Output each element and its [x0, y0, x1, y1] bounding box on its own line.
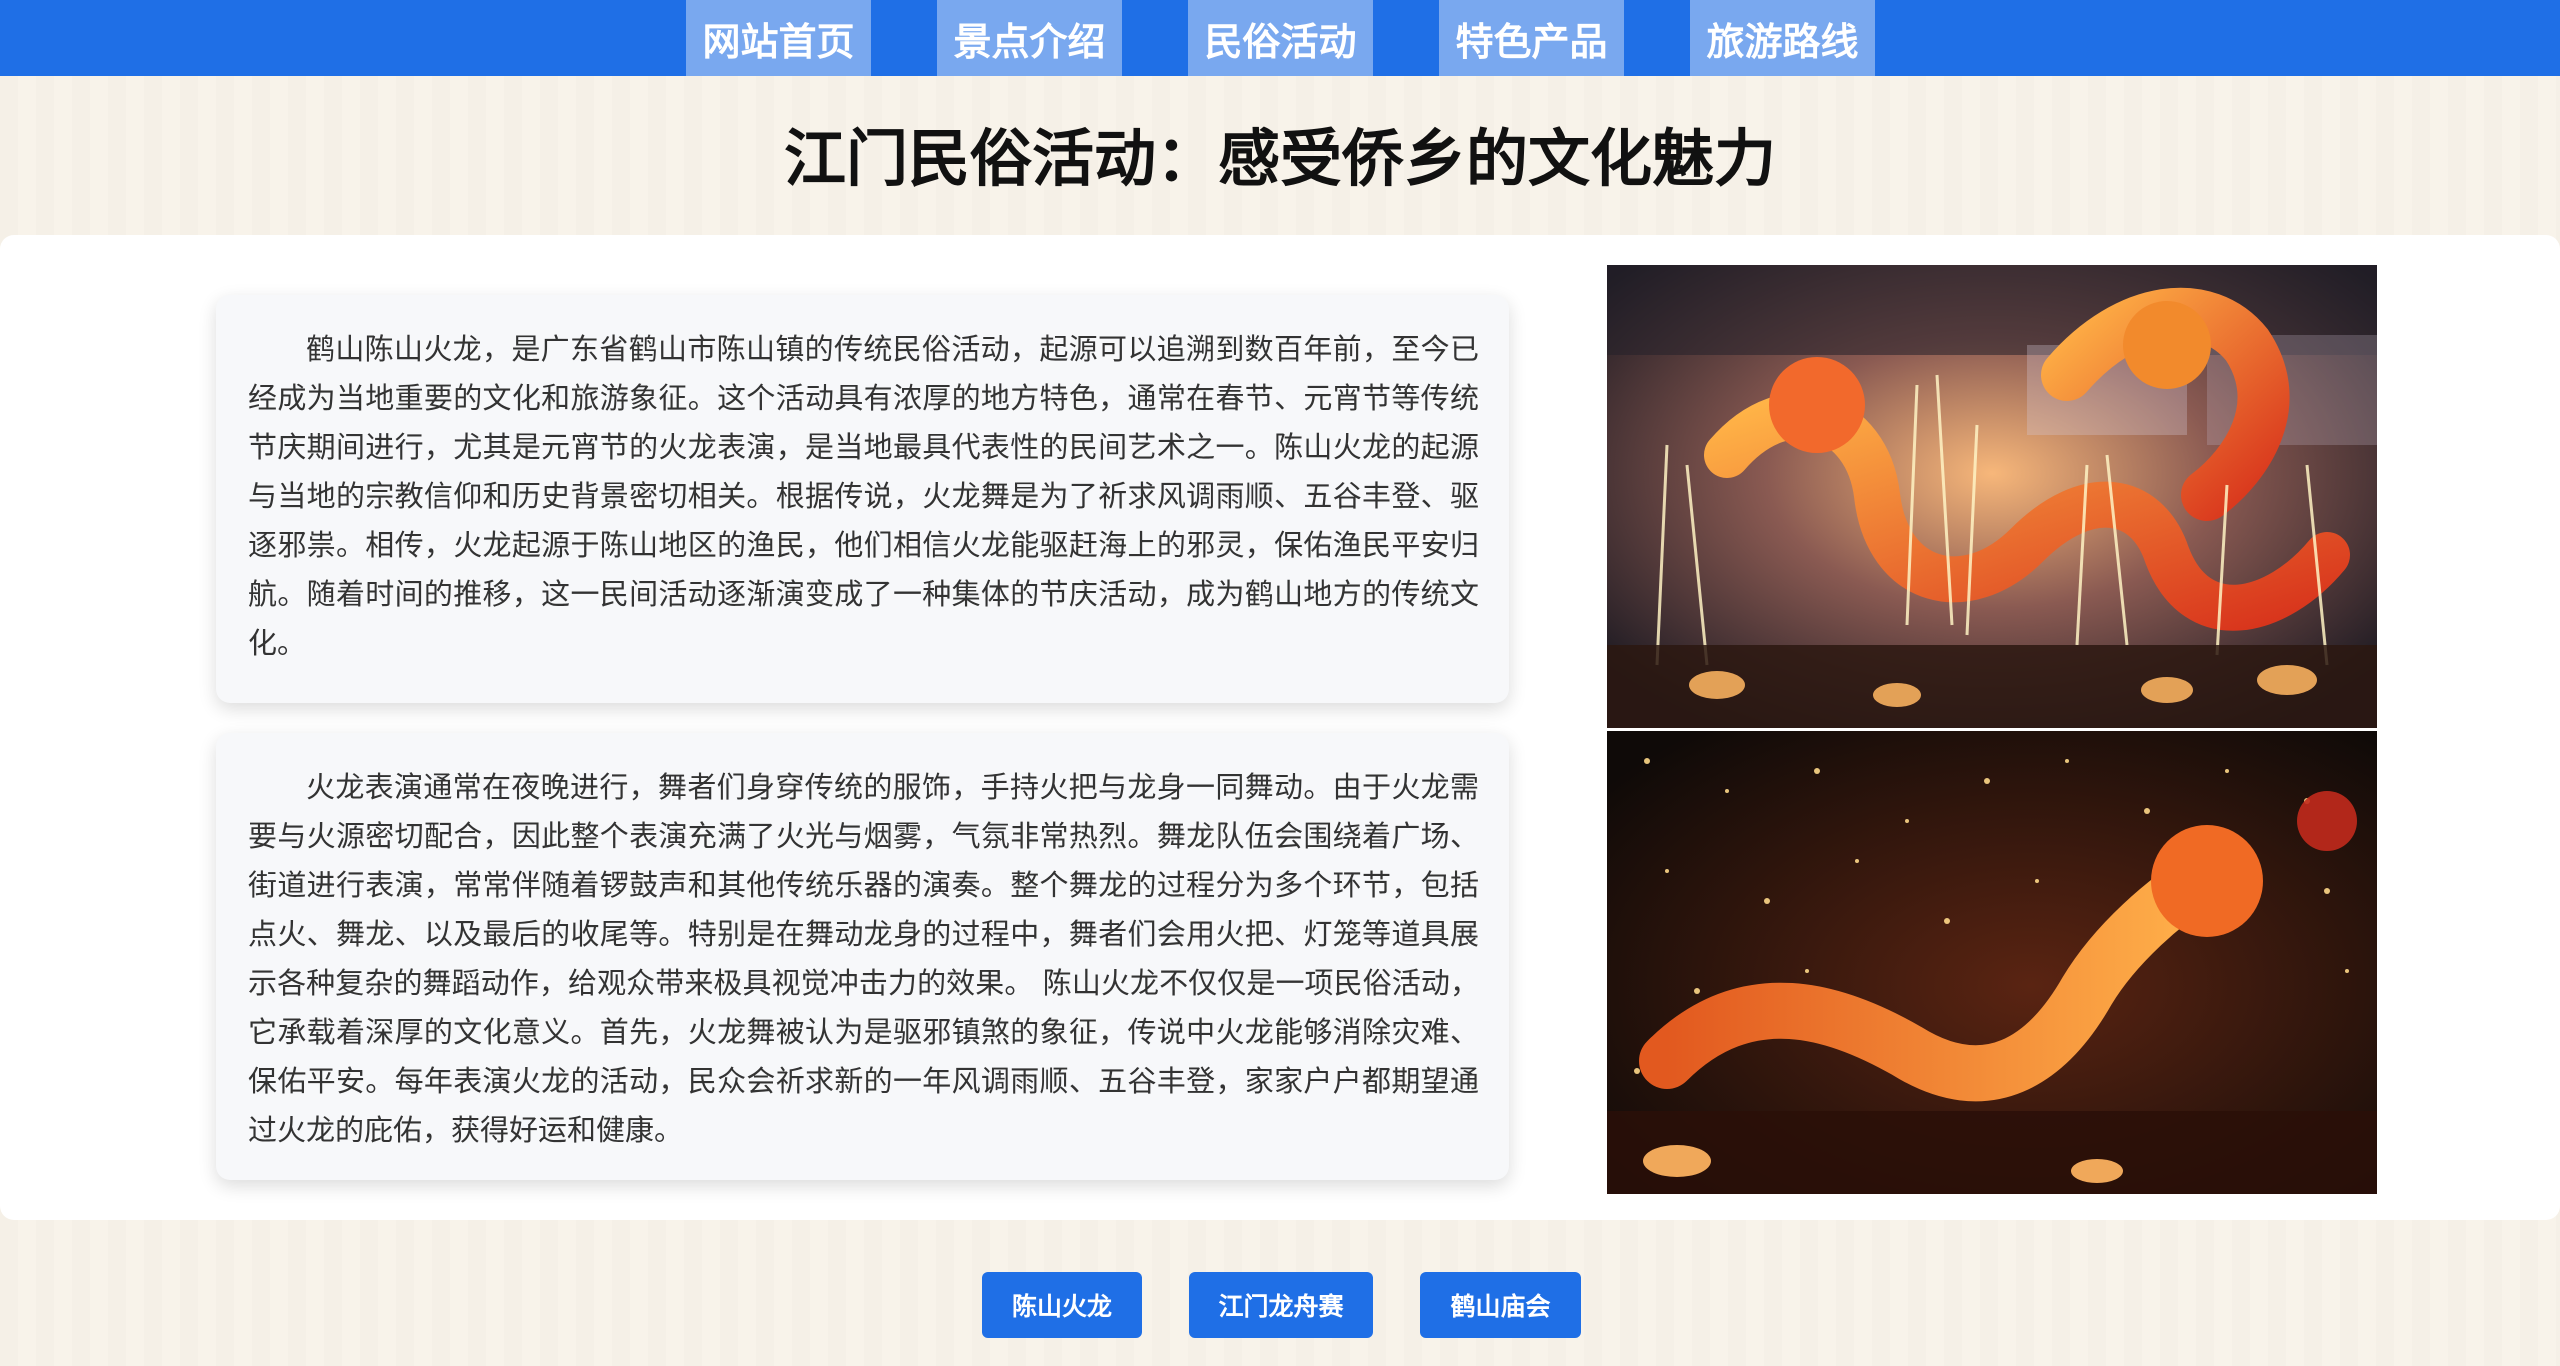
article-paragraph: 鹤山陈山火龙，是广东省鹤山市陈山镇的传统民俗活动，起源可以追溯到数百年前，至今已…	[248, 332, 1479, 660]
nav-item-specialty-products[interactable]: 特色产品	[1439, 0, 1624, 76]
link-label: 陈山火龙	[1011, 1292, 1112, 1321]
nav-item-attractions[interactable]: 景点介绍	[937, 0, 1122, 76]
fire-dragon-image	[1607, 265, 2377, 728]
nav-item-label: 民俗活动	[1204, 19, 1357, 64]
link-label: 鹤山庙会	[1450, 1292, 1551, 1321]
fireworks-dragon-image	[1607, 731, 2377, 1194]
article-card: 鹤山陈山火龙，是广东省鹤山市陈山镇的传统民俗活动，起源可以追溯到数百年前，至今已…	[216, 295, 1509, 703]
nav-item-travel-routes[interactable]: 旅游路线	[1690, 0, 1875, 76]
article-card: 火龙表演通常在夜晚进行，舞者们身穿传统的服饰，手持火把与龙身一同舞动。由于火龙需…	[216, 733, 1509, 1180]
link-chenshan-fire-dragon[interactable]: 陈山火龙	[982, 1272, 1142, 1338]
article-paragraph: 火龙表演通常在夜晚进行，舞者们身穿传统的服饰，手持火把与龙身一同舞动。由于火龙需…	[248, 770, 1479, 1147]
nav-item-label: 网站首页	[702, 19, 855, 64]
nav-item-label: 景点介绍	[953, 19, 1106, 64]
fireworks-dragon-photo	[1607, 731, 2377, 1194]
bottom-link-bar: 陈山火龙 江门龙舟赛 鹤山庙会	[0, 1272, 2560, 1338]
fire-dragon-photo	[1607, 265, 2377, 728]
nav-item-label: 特色产品	[1455, 19, 1608, 64]
page-title: 江门民俗活动：感受侨乡的文化魅力	[783, 122, 1776, 195]
link-label: 江门龙舟赛	[1218, 1292, 1344, 1321]
nav-item-label: 旅游路线	[1706, 19, 1859, 64]
nav-item-home[interactable]: 网站首页	[686, 0, 871, 76]
nav-item-folk-activities[interactable]: 民俗活动	[1188, 0, 1373, 76]
link-heshan-temple-fair[interactable]: 鹤山庙会	[1420, 1272, 1581, 1338]
top-nav-bar: 网站首页 景点介绍 民俗活动 特色产品 旅游路线	[0, 0, 2560, 76]
link-jiangmen-dragon-boat[interactable]: 江门龙舟赛	[1189, 1272, 1373, 1338]
